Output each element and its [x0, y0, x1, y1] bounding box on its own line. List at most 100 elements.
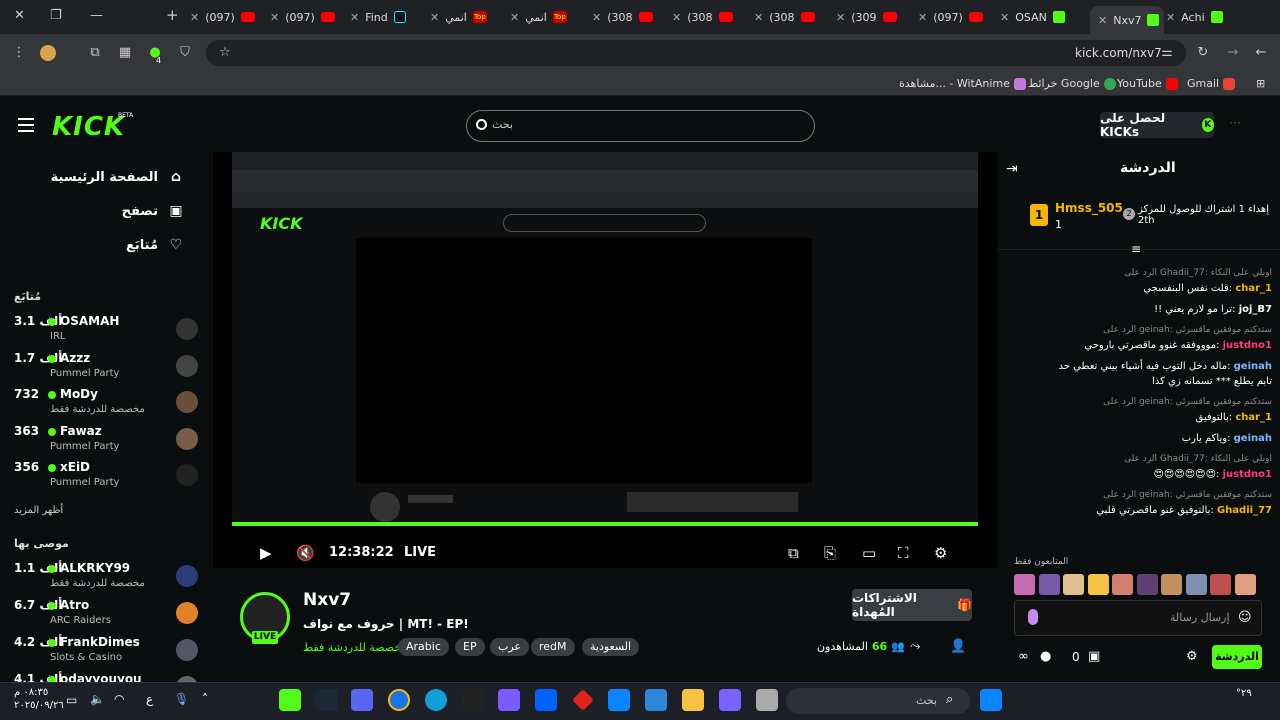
sidebar-nav-item[interactable]: مُتابَع ♡: [14, 236, 184, 254]
tab-close-icon[interactable]: ✕: [190, 11, 199, 24]
tab-close-icon[interactable]: ✕: [592, 11, 601, 24]
play-icon[interactable]: ▶: [260, 544, 272, 562]
emote-icon[interactable]: [1112, 574, 1133, 595]
points-icon[interactable]: ▣: [1088, 649, 1100, 664]
mic-icon[interactable]: [1028, 609, 1038, 625]
stream-tag[interactable]: redM: [531, 638, 575, 656]
recommended-channel[interactable]: 6.7 ألفAtroARC Raiders: [14, 598, 204, 634]
taskbar-app-icon[interactable]: [279, 689, 301, 711]
chat-message[interactable]: بالتوفيق: char_1: [1010, 410, 1272, 425]
emoji-icon[interactable]: ☺: [1238, 610, 1252, 625]
emote-icon[interactable]: [1087, 574, 1109, 595]
chat-username[interactable]: justdno1: [1223, 340, 1272, 351]
apps-grid-icon[interactable]: ⊞: [1256, 77, 1265, 90]
stream-tag[interactable]: السعودية: [582, 638, 640, 656]
emote-icon[interactable]: [1063, 574, 1084, 595]
stream-tag[interactable]: EP: [455, 638, 485, 656]
follow-user-icon[interactable]: 👤: [950, 639, 966, 654]
language-indicator[interactable]: ع: [146, 692, 153, 706]
followed-channel[interactable]: 3.1 ألفOSAMAHIRL: [14, 314, 204, 350]
emote-icon[interactable]: [1038, 574, 1060, 595]
tab-close-icon[interactable]: ✕: [918, 11, 927, 24]
chat-username[interactable]: justdno1: [1223, 469, 1272, 480]
tab-close-icon[interactable]: ✕: [754, 11, 763, 24]
playback-progress-bar[interactable]: [232, 522, 978, 526]
browser-tab[interactable]: ✕ (308: [592, 4, 670, 30]
edge-icon[interactable]: [425, 689, 447, 711]
weather-temperature[interactable]: °٢٩: [1236, 688, 1252, 699]
theatre-mode-icon[interactable]: ▭: [862, 544, 876, 562]
chrome-icon[interactable]: [388, 689, 410, 711]
kick-logo[interactable]: KICK: [52, 112, 125, 142]
address-bar[interactable]: [206, 40, 1186, 66]
shield-icon[interactable]: ⛉: [176, 44, 194, 62]
discord-icon[interactable]: [351, 689, 373, 711]
chat-message[interactable]: ماله دخل التوب فيه أشياء بيني تعطي حد: g…: [1010, 359, 1272, 374]
tab-close-icon[interactable]: ✕: [672, 11, 681, 24]
sidebar-nav-item[interactable]: الصفحة الرئيسية ⌂: [14, 168, 184, 186]
recommended-channel[interactable]: 1.1 ألفALKRKY99مخصصة للدردشة فقط: [14, 561, 204, 597]
emote-icon[interactable]: [1161, 574, 1182, 595]
browser-tab[interactable]: ✕ (308: [754, 4, 832, 30]
user-menu-icon[interactable]: ···: [1222, 116, 1248, 136]
taskbar-mic-icon[interactable]: 🎙: [174, 692, 189, 706]
infinity-icon[interactable]: ∞: [1018, 649, 1029, 664]
close-window-icon[interactable]: ✕: [14, 8, 25, 23]
chat-message[interactable]: !! ترا مو لازم يعني: joj_B7: [1010, 302, 1272, 317]
stream-tag[interactable]: عرب: [490, 638, 529, 656]
settings-gear-icon[interactable]: ⚙: [934, 544, 947, 562]
taskbar-app-icon[interactable]: [498, 689, 520, 711]
tray-chevron-icon[interactable]: ˄: [202, 692, 208, 706]
chat-message[interactable]: موووفقه غنوو ماقصرتي باروحي: justdno1: [1010, 338, 1272, 353]
get-kicks-button[interactable]: لحصل على KICKs K: [1100, 111, 1214, 139]
followed-channel[interactable]: 363 Fawaz Pummel Party: [14, 424, 204, 460]
followed-channel[interactable]: 1.7 ألفAzzzPummel Party: [14, 351, 204, 387]
emote-icon[interactable]: [1210, 574, 1231, 595]
chat-username[interactable]: geinah: [1234, 361, 1272, 372]
chat-username[interactable]: char_1: [1235, 283, 1272, 294]
chat-username[interactable]: char_1: [1235, 412, 1272, 423]
taskbar-app-icon[interactable]: [756, 689, 778, 711]
chat-users-icon[interactable]: ●: [1040, 649, 1051, 664]
browser-tab[interactable]: ✕ انمي Top: [430, 4, 508, 30]
store-icon[interactable]: [645, 689, 667, 711]
browser-tab[interactable]: ✕ (097): [270, 4, 348, 30]
windows-start-icon[interactable]: [980, 689, 1002, 711]
battery-icon[interactable]: ▭: [66, 693, 77, 707]
minimize-window-icon[interactable]: —: [90, 8, 103, 23]
extension-icon[interactable]: ▦: [116, 44, 134, 62]
chat-scroll-icon[interactable]: ≡: [1131, 242, 1141, 256]
taskbar-clock[interactable]: ٠٨:٣٥ م ٢٠٢٥/٠٩/٢٦: [14, 686, 64, 712]
copilot-icon[interactable]: [719, 689, 741, 711]
chat-username[interactable]: joj_B7: [1239, 304, 1272, 315]
chat-username[interactable]: geinah: [1234, 433, 1272, 444]
chat-message[interactable]: بالتوفيق غنو ماقصرتي قلبي: Ghadii_77: [1010, 503, 1272, 518]
profile-avatar[interactable]: [40, 45, 56, 61]
show-more-link[interactable]: أظهر المزيد: [14, 505, 63, 516]
followed-channel[interactable]: 356 xEiD Pummel Party: [14, 460, 204, 496]
browser-tab[interactable]: ✕ (097): [190, 4, 268, 30]
browser-tab[interactable]: ✕ Achi: [1166, 4, 1244, 30]
pinned-username[interactable]: Hmss_505: [1055, 201, 1123, 215]
file-explorer-icon[interactable]: [682, 689, 704, 711]
pip-icon[interactable]: ⧉: [788, 544, 799, 562]
speaker-icon[interactable]: 🔈: [90, 692, 105, 706]
chat-message[interactable]: 😍😍😍😍😍😍: justdno1: [1010, 467, 1272, 482]
emote-icon[interactable]: [1234, 574, 1256, 595]
hamburger-menu-icon[interactable]: [18, 118, 34, 132]
collapse-chat-icon[interactable]: ⇥: [1006, 161, 1018, 177]
tab-close-icon[interactable]: ✕: [510, 11, 519, 24]
dropbox-icon[interactable]: [535, 689, 557, 711]
browser-tab[interactable]: ✕ (309: [836, 4, 914, 30]
chat-settings-icon[interactable]: ⚙: [1186, 649, 1198, 664]
tab-close-icon[interactable]: ✕: [836, 11, 845, 24]
extensions-icon[interactable]: ⧉: [86, 44, 104, 62]
chat-username[interactable]: Ghadii_77: [1217, 505, 1272, 516]
emote-icon[interactable]: [1185, 574, 1207, 595]
tab-close-icon[interactable]: ✕: [1166, 11, 1175, 24]
send-chat-button[interactable]: الدردشة: [1212, 645, 1262, 669]
search-input[interactable]: [466, 110, 815, 142]
browser-tab[interactable]: ✕ OSAN: [1000, 4, 1078, 30]
extension-badge-icon[interactable]: ● 4: [146, 44, 164, 65]
chat-message[interactable]: قلت نفس البنفسجي: char_1: [1010, 281, 1272, 296]
